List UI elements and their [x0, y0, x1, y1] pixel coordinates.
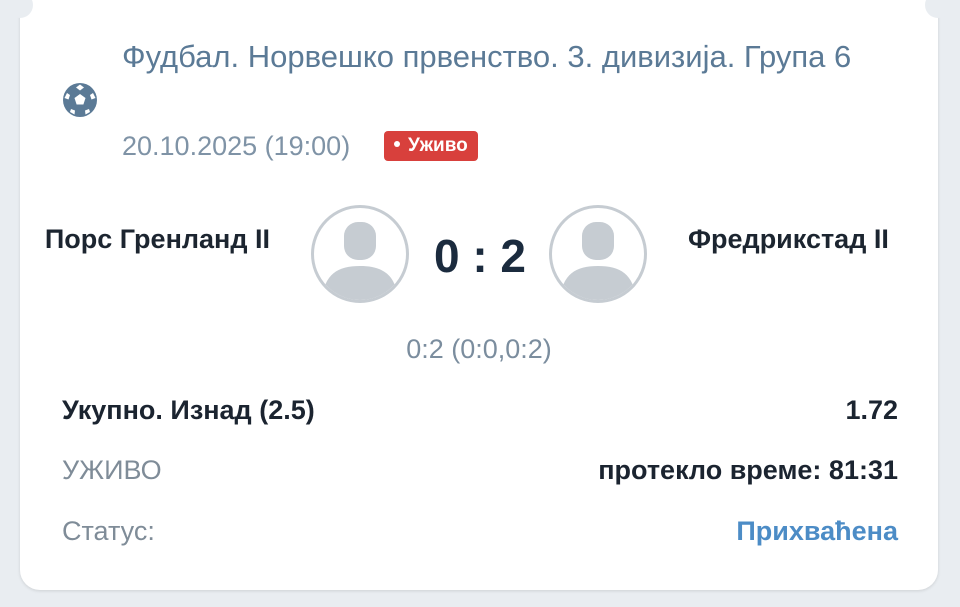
- live-dot-icon: [394, 141, 400, 148]
- bet-card[interactable]: Фудбал. Норвешко првенство. 3. дивизија.…: [7, 0, 951, 590]
- live-badge-label: Уживо: [408, 135, 468, 156]
- person-icon: [322, 222, 398, 300]
- live-label: УЖИВО: [62, 455, 162, 485]
- person-icon: [560, 222, 636, 300]
- home-team-avatar: [311, 205, 409, 303]
- status-value: Прихваћена: [736, 516, 898, 546]
- league-title: Фудбал. Норвешко првенство. 3. дивизија.…: [122, 39, 852, 74]
- football-icon: [63, 83, 97, 117]
- home-team-name: Порс Гренланд II: [44, 224, 270, 254]
- away-team-name: Фредрикстад II: [688, 224, 889, 254]
- live-badge: Уживо: [384, 131, 478, 161]
- bet-odds: 1.72: [845, 395, 898, 425]
- status-label: Статус:: [62, 516, 155, 546]
- ticket-notch-left: [7, 0, 33, 18]
- elapsed-time: протекло време: 81:31: [598, 455, 898, 485]
- live-row: УЖИВО протекло време: 81:31: [62, 452, 898, 488]
- match-score: 0 : 2: [433, 230, 527, 282]
- status-row: Статус: Прихваћена: [62, 513, 898, 549]
- bet-market: Укупно. Изнад (2.5): [62, 395, 315, 425]
- match-datetime: 20.10.2025 (19:00): [122, 131, 351, 161]
- bet-row: Укупно. Изнад (2.5) 1.72: [62, 392, 898, 428]
- away-team-avatar: [549, 205, 647, 303]
- score-detail: 0:2 (0:0,0:2): [406, 334, 552, 364]
- ticket-notch-right: [925, 0, 951, 18]
